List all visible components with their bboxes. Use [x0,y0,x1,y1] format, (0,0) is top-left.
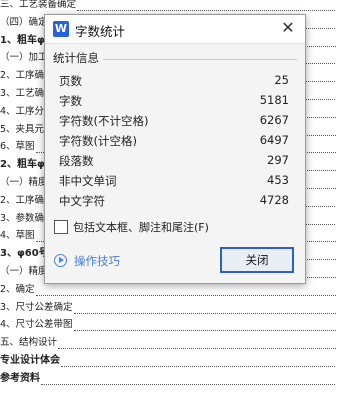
toc-line-text: 三、工艺装备确定 [0,0,77,10]
wps-writer-icon: W [53,21,69,37]
stat-label: 段落数 [59,154,94,168]
toc-line: 4、尺寸公差带图 [0,318,336,332]
stat-label: 页数 [59,74,82,88]
toc-leader-dots [73,321,336,332]
stat-value: 25 [274,73,289,87]
include-textbox-checkbox[interactable] [54,220,68,234]
toc-leader-dots [41,375,336,385]
stat-row-non-chinese-words: 非中文单词 453 [59,171,289,191]
toc-line: 参考资料 [0,372,336,385]
word-count-dialog: W 字数统计 ✕ 统计信息 页数 25 字数 5181 字符数(不计空格) 62… [44,14,306,284]
toc-line-text: 3、尺寸公差确定 [0,301,73,313]
stat-value: 6267 [259,113,289,127]
stat-value: 5181 [259,93,289,107]
toc-line-text: 4、草图 [0,230,35,242]
toc-leader-dots [35,286,336,296]
stat-value: 6497 [259,133,289,147]
toc-line-text: 五、结构设计 [0,337,58,349]
stat-row-chinese-chars: 中文字符 4728 [59,191,289,211]
statistics-group-label: 统计信息 [53,50,103,66]
toc-line: 3、尺寸公差确定 [0,301,336,314]
stat-value: 4728 [259,193,289,207]
stat-row-chars-no-spaces: 字符数(不计空格) 6267 [59,111,289,131]
stat-value: 297 [267,153,289,167]
toc-leader-dots [73,304,336,314]
close-button[interactable]: 关闭 [220,247,294,273]
stat-row-chars-with-spaces: 字符数(计空格) 6497 [59,131,289,151]
toc-leader-dots [61,357,336,367]
stat-label: 中文字符 [59,194,105,208]
stat-label: 字符数(不计空格) [59,114,149,128]
toc-line: 2、确定 [0,283,336,296]
play-circle-icon[interactable] [54,254,67,267]
toc-line-text: 6、草图 [0,141,35,153]
toc-leader-dots [77,1,336,11]
tips-link-label[interactable]: 操作技巧 [74,253,120,269]
stat-label: 非中文单词 [59,174,117,188]
stat-row-paragraphs: 段落数 297 [59,151,289,171]
stat-row-words: 字数 5181 [59,91,289,111]
toc-line: 五、结构设计 [0,336,336,350]
close-icon[interactable]: ✕ [277,17,299,39]
stat-value: 453 [267,173,289,187]
stat-label: 字符数(计空格) [59,134,137,148]
toc-line-text: 参考资料 [0,372,40,384]
toc-line-text: 2、确定 [0,283,35,295]
toc-line: 三、工艺装备确定 [0,0,336,11]
stat-row-pages: 页数 25 [59,71,289,91]
toc-line-text: 4、尺寸公差带图 [0,319,73,331]
toc-leader-dots [58,339,336,350]
dialog-title: 字数统计 [75,24,126,39]
dialog-titlebar: W 字数统计 ✕ [45,15,305,44]
include-textbox-label[interactable]: 包括文本框、脚注和尾注(F) [73,219,209,235]
toc-line: 专业设计体会 [0,354,336,367]
stat-label: 字数 [59,94,82,108]
toc-line-text: 专业设计体会 [0,355,60,366]
